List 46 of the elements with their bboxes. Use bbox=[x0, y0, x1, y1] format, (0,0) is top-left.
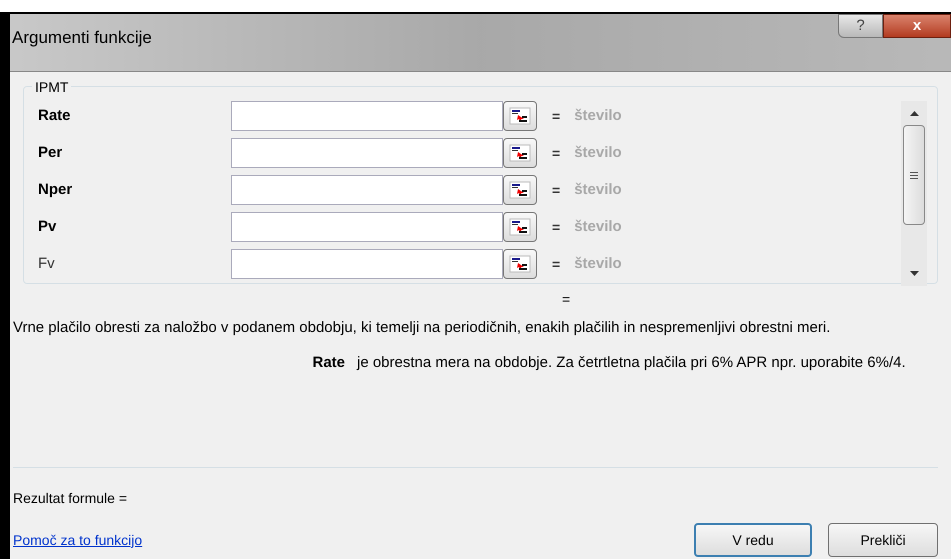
argument-type: število bbox=[574, 216, 622, 237]
cell-reference-icon bbox=[509, 144, 531, 162]
close-button[interactable]: x bbox=[883, 14, 951, 38]
scroll-thumb[interactable] bbox=[903, 125, 925, 225]
equals-sign: = bbox=[552, 144, 560, 162]
collapse-dialog-button[interactable] bbox=[503, 249, 537, 279]
argument-type: število bbox=[574, 142, 622, 163]
formula-result: Rezultat formule = bbox=[13, 489, 127, 508]
window-title: Argumenti funkcije bbox=[12, 27, 152, 49]
collapse-dialog-button[interactable] bbox=[503, 101, 537, 131]
argument-label: Per bbox=[38, 142, 64, 163]
dialog-button[interactable]: Prekliči bbox=[828, 523, 938, 557]
function-description: Vrne plačilo obresti za naložbo v podanem obdobju, ki temelji na periodičnih, enakih plačilih in nespremenljivi obrestni meri. bbox=[13, 318, 832, 338]
equals-sign: = bbox=[552, 218, 560, 236]
function-result: = bbox=[562, 290, 570, 309]
argument-type: število bbox=[574, 180, 622, 200]
cell-reference-icon bbox=[509, 218, 531, 236]
argument-label: Fv bbox=[38, 254, 56, 274]
cell-reference-icon bbox=[509, 255, 531, 273]
grip-icon bbox=[910, 172, 918, 178]
argument-field[interactable] bbox=[231, 212, 503, 242]
equals-sign: = bbox=[552, 180, 560, 200]
argument-label: Pv bbox=[38, 216, 58, 237]
help-button[interactable]: ? bbox=[838, 14, 883, 38]
argument-field[interactable] bbox=[231, 249, 503, 279]
argument-label: Rate bbox=[38, 106, 72, 126]
argument-type: število bbox=[574, 106, 622, 126]
cell-reference-icon bbox=[509, 181, 531, 199]
argument-label: Nper bbox=[38, 180, 74, 200]
argument-name: Rate bbox=[311, 353, 345, 373]
scroll-up-icon[interactable] bbox=[910, 111, 918, 116]
dialog-button[interactable]: V redu bbox=[694, 523, 812, 557]
collapse-dialog-button[interactable] bbox=[503, 212, 537, 242]
equals-sign: = bbox=[552, 254, 560, 274]
argument-field[interactable] bbox=[231, 101, 503, 131]
equals-sign: = bbox=[552, 106, 560, 126]
collapse-dialog-button[interactable] bbox=[503, 175, 537, 205]
argument-field[interactable] bbox=[231, 138, 503, 168]
cell-reference-icon bbox=[509, 107, 531, 125]
scrollbar[interactable] bbox=[901, 101, 927, 286]
argument-field[interactable] bbox=[231, 175, 503, 205]
argument-help: je obrestna mera na obdobje. Za četrtletna plačila pri 6% APR npr. uporabite 6%/4. bbox=[357, 353, 907, 373]
scroll-down-icon[interactable] bbox=[910, 271, 918, 276]
argument-type: število bbox=[574, 254, 622, 274]
collapse-dialog-button[interactable] bbox=[503, 138, 537, 168]
help-link[interactable]: Pomoč za to funkcijo bbox=[13, 530, 142, 550]
